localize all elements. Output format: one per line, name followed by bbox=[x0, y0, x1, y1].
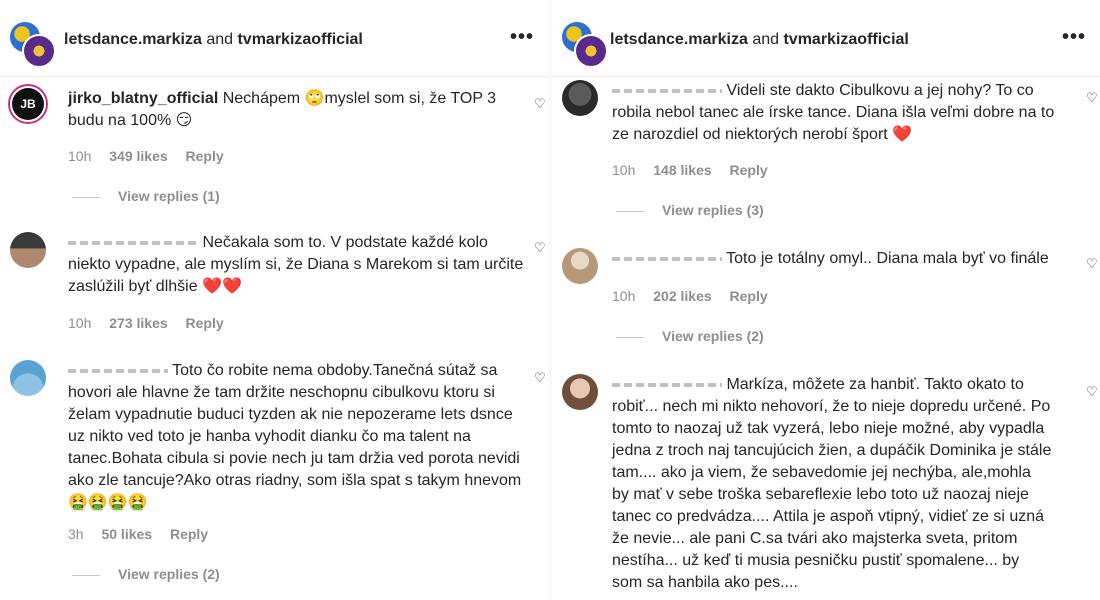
reply-button[interactable]: Reply bbox=[730, 288, 768, 304]
reply-button[interactable]: Reply bbox=[170, 526, 208, 542]
author-link-letsdance[interactable]: letsdance.markiza bbox=[64, 31, 202, 48]
author-link-tvmarkiza[interactable]: tvmarkizaofficial bbox=[783, 31, 908, 48]
heart-outline-icon[interactable]: ♡ bbox=[534, 370, 546, 385]
comment-text: Toto čo robite nema obdoby.Tanečná sútaž… bbox=[68, 362, 522, 511]
comment-meta: 10h 273 likes Reply bbox=[68, 315, 224, 331]
author-link-tvmarkiza[interactable]: tvmarkizaofficial bbox=[237, 31, 362, 48]
collab-avatars[interactable] bbox=[560, 20, 608, 68]
avatar[interactable] bbox=[10, 360, 46, 396]
comment-text: Toto je totálny omyl.. Diana mala byť vo… bbox=[612, 248, 1072, 270]
replies-divider bbox=[616, 210, 644, 212]
view-replies-button[interactable]: View replies (1) bbox=[72, 188, 220, 204]
comment-text: jirko_blatny_official Nechápem 🙄myslel s… bbox=[68, 90, 497, 129]
avatar[interactable]: JB bbox=[8, 84, 48, 124]
comment-text: Nečakala som to. V podstate každé kolo n… bbox=[68, 234, 524, 295]
post-header: letsdance.markiza and tvmarkizaofficial … bbox=[0, 0, 548, 77]
comment-username[interactable]: jirko_blatny_official bbox=[68, 90, 218, 107]
comment-meta: 10h 349 likes Reply bbox=[68, 148, 238, 164]
reply-button[interactable]: Reply bbox=[730, 162, 768, 178]
replies-divider bbox=[72, 196, 100, 198]
avatar[interactable] bbox=[562, 374, 598, 410]
post-header: letsdance.markiza and tvmarkizaofficial … bbox=[552, 0, 1100, 77]
redacted-username bbox=[68, 364, 168, 377]
heart-outline-icon[interactable]: ♡ bbox=[1086, 90, 1098, 105]
comment-meta: 10h 202 likes Reply bbox=[612, 288, 768, 304]
comment-likes[interactable]: 50 likes bbox=[101, 526, 152, 542]
comment-meta: 10h 148 likes Reply bbox=[612, 162, 768, 178]
avatar[interactable] bbox=[10, 232, 46, 268]
replies-divider bbox=[72, 574, 100, 576]
comment-likes[interactable]: 148 likes bbox=[653, 162, 711, 178]
avatar[interactable] bbox=[562, 248, 598, 284]
redacted-username bbox=[612, 378, 722, 391]
reply-button[interactable]: Reply bbox=[186, 315, 224, 331]
post-authors: letsdance.markiza and tvmarkizaofficial bbox=[64, 31, 363, 48]
more-options-icon[interactable]: ••• bbox=[1062, 26, 1086, 49]
view-replies-button[interactable]: View replies (2) bbox=[616, 328, 764, 344]
heart-outline-icon[interactable]: ♡ bbox=[534, 240, 546, 255]
view-replies-button[interactable]: View replies (3) bbox=[616, 202, 764, 218]
heart-outline-icon[interactable]: ♡ bbox=[534, 96, 546, 111]
author-link-letsdance[interactable]: letsdance.markiza bbox=[610, 31, 748, 48]
redacted-username bbox=[612, 252, 722, 265]
collab-avatars[interactable] bbox=[8, 20, 56, 68]
view-replies-button[interactable]: View replies (2) bbox=[72, 566, 220, 582]
replies-divider bbox=[616, 336, 644, 338]
comment-text: Videli ste dakto Cibulkovu a jej nohy? T… bbox=[612, 82, 1055, 143]
comment-likes[interactable]: 202 likes bbox=[653, 288, 711, 304]
heart-outline-icon[interactable]: ♡ bbox=[1086, 384, 1098, 399]
avatar-initials: JB bbox=[12, 88, 44, 120]
avatar-tvmarkiza[interactable] bbox=[574, 34, 608, 68]
reply-button[interactable]: Reply bbox=[186, 148, 224, 164]
avatar[interactable] bbox=[562, 80, 598, 116]
post-authors: letsdance.markiza and tvmarkizaofficial bbox=[610, 31, 909, 48]
comment-text: Markíza, môžete za hanbiť. Takto okato t… bbox=[612, 376, 1052, 591]
heart-outline-icon[interactable]: ♡ bbox=[1086, 256, 1098, 271]
comment-likes[interactable]: 349 likes bbox=[109, 148, 167, 164]
comment-meta: 3h 50 likes Reply bbox=[68, 526, 209, 542]
comments-panel-left: letsdance.markiza and tvmarkizaofficial … bbox=[0, 0, 548, 600]
redacted-username bbox=[612, 84, 722, 97]
comment-likes[interactable]: 273 likes bbox=[109, 315, 167, 331]
avatar-tvmarkiza[interactable] bbox=[22, 34, 56, 68]
comments-panel-right: letsdance.markiza and tvmarkizaofficial … bbox=[552, 0, 1100, 600]
more-options-icon[interactable]: ••• bbox=[510, 26, 534, 49]
comment-time: 10h bbox=[68, 148, 92, 164]
redacted-username bbox=[68, 236, 198, 249]
